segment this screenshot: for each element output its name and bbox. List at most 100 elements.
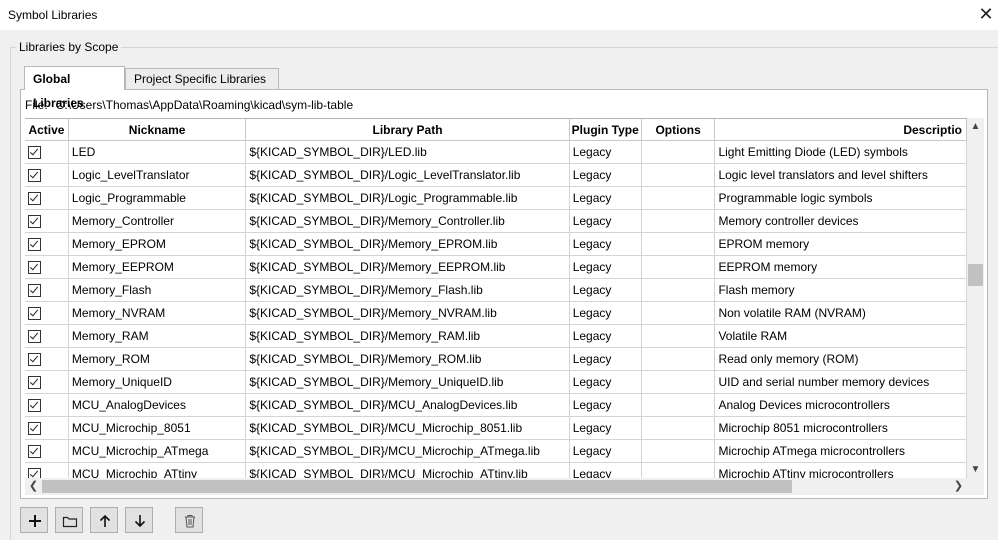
add-library-button[interactable] [20,507,48,533]
library-path-cell[interactable]: ${KICAD_SYMBOL_DIR}/Memory_ROM.lib [245,347,570,371]
table-row[interactable]: Logic_LevelTranslator ${KICAD_SYMBOL_DIR}… [25,163,967,187]
tab-project-specific-libraries[interactable]: Project Specific Libraries [125,68,279,89]
active-checkbox[interactable] [28,146,41,159]
options-cell[interactable] [641,255,716,279]
description-cell[interactable]: Microchip ATmega microcontrollers [714,439,967,463]
description-cell[interactable]: UID and serial number memory devices [714,370,967,394]
active-cell[interactable] [25,370,69,394]
description-cell[interactable]: Memory controller devices [714,209,967,233]
plugin-type-cell[interactable]: Legacy [569,393,642,417]
horizontal-scroll-thumb[interactable] [42,480,792,493]
active-cell[interactable] [25,462,69,479]
active-cell[interactable] [25,163,69,187]
plugin-type-cell[interactable]: Legacy [569,370,642,394]
description-cell[interactable]: EEPROM memory [714,255,967,279]
active-checkbox[interactable] [28,238,41,251]
plugin-type-cell[interactable]: Legacy [569,163,642,187]
library-path-cell[interactable]: ${KICAD_SYMBOL_DIR}/Memory_Flash.lib [245,278,570,302]
nickname-cell[interactable]: LED [68,140,247,164]
scroll-left-icon[interactable]: ❮ [25,478,42,495]
table-row[interactable]: Memory_RAM ${KICAD_SYMBOL_DIR}/Memory_RAM… [25,324,967,348]
active-cell[interactable] [25,393,69,417]
nickname-cell[interactable]: MCU_Microchip_ATtiny [68,462,247,479]
active-checkbox[interactable] [28,215,41,228]
library-path-cell[interactable]: ${KICAD_SYMBOL_DIR}/MCU_Microchip_ATtiny… [245,462,570,479]
plugin-type-cell[interactable]: Legacy [569,462,642,479]
scroll-down-icon[interactable]: ▼ [967,461,984,478]
description-cell[interactable]: Read only memory (ROM) [714,347,967,371]
library-path-cell[interactable]: ${KICAD_SYMBOL_DIR}/Logic_LevelTranslato… [245,163,570,187]
plugin-type-cell[interactable]: Legacy [569,255,642,279]
description-cell[interactable]: Flash memory [714,278,967,302]
nickname-cell[interactable]: MCU_Microchip_ATmega [68,439,247,463]
active-checkbox[interactable] [28,307,41,320]
table-row[interactable]: Memory_Controller ${KICAD_SYMBOL_DIR}/Mem… [25,209,967,233]
active-cell[interactable] [25,347,69,371]
move-up-button[interactable] [90,507,118,533]
description-cell[interactable]: Microchip ATtiny microcontrollers [714,462,967,479]
nickname-cell[interactable]: Memory_RAM [68,324,247,348]
active-checkbox[interactable] [28,445,41,458]
library-path-cell[interactable]: ${KICAD_SYMBOL_DIR}/LED.lib [245,140,570,164]
plugin-type-cell[interactable]: Legacy [569,209,642,233]
table-row[interactable]: MCU_Microchip_ATmega ${KICAD_SYMBOL_DIR}/… [25,439,967,463]
nickname-cell[interactable]: MCU_Microchip_8051 [68,416,247,440]
vertical-scrollbar[interactable]: ▲ ▼ [967,118,984,478]
library-path-cell[interactable]: ${KICAD_SYMBOL_DIR}/MCU_Microchip_ATmega… [245,439,570,463]
options-cell[interactable] [641,462,716,479]
active-cell[interactable] [25,186,69,210]
active-checkbox[interactable] [28,284,41,297]
library-path-cell[interactable]: ${KICAD_SYMBOL_DIR}/MCU_AnalogDevices.li… [245,393,570,417]
move-down-button[interactable] [125,507,153,533]
active-cell[interactable] [25,301,69,325]
library-path-cell[interactable]: ${KICAD_SYMBOL_DIR}/Memory_RAM.lib [245,324,570,348]
description-cell[interactable]: Volatile RAM [714,324,967,348]
library-path-cell[interactable]: ${KICAD_SYMBOL_DIR}/Memory_EPROM.lib [245,232,570,256]
options-cell[interactable] [641,439,716,463]
active-cell[interactable] [25,255,69,279]
description-cell[interactable]: Logic level translators and level shifte… [714,163,967,187]
plugin-type-cell[interactable]: Legacy [569,232,642,256]
options-cell[interactable] [641,232,716,256]
description-cell[interactable]: Programmable logic symbols [714,186,967,210]
vertical-scroll-thumb[interactable] [968,264,983,286]
options-cell[interactable] [641,278,716,302]
horizontal-scrollbar[interactable]: ❮ ❯ [25,478,967,495]
column-header-library-path[interactable]: Library Path [245,119,570,141]
nickname-cell[interactable]: Logic_Programmable [68,186,247,210]
table-row[interactable]: MCU_AnalogDevices ${KICAD_SYMBOL_DIR}/MCU… [25,393,967,417]
tab-global-libraries[interactable]: Global Libraries [24,66,125,110]
active-checkbox[interactable] [28,330,41,343]
table-row[interactable]: Logic_Programmable ${KICAD_SYMBOL_DIR}/Lo… [25,186,967,210]
nickname-cell[interactable]: MCU_AnalogDevices [68,393,247,417]
close-icon[interactable]: ✕ [974,3,998,27]
options-cell[interactable] [641,416,716,440]
column-header-active[interactable]: Active [25,119,69,141]
options-cell[interactable] [641,347,716,371]
table-row[interactable]: LED ${KICAD_SYMBOL_DIR}/LED.lib Legacy Ligh… [25,140,967,164]
nickname-cell[interactable]: Memory_Flash [68,278,247,302]
options-cell[interactable] [641,324,716,348]
options-cell[interactable] [641,163,716,187]
remove-library-button[interactable] [175,507,203,533]
scroll-right-icon[interactable]: ❯ [950,478,967,495]
nickname-cell[interactable]: Logic_LevelTranslator [68,163,247,187]
plugin-type-cell[interactable]: Legacy [569,278,642,302]
table-row[interactable]: Memory_ROM ${KICAD_SYMBOL_DIR}/Memory_ROM… [25,347,967,371]
description-cell[interactable]: Light Emitting Diode (LED) symbols [714,140,967,164]
nickname-cell[interactable]: Memory_EEPROM [68,255,247,279]
plugin-type-cell[interactable]: Legacy [569,439,642,463]
column-header-description[interactable]: Descriptio [714,119,967,141]
active-checkbox[interactable] [28,261,41,274]
table-row[interactable]: MCU_Microchip_8051 ${KICAD_SYMBOL_DIR}/MC… [25,416,967,440]
nickname-cell[interactable]: Memory_ROM [68,347,247,371]
library-path-cell[interactable]: ${KICAD_SYMBOL_DIR}/Logic_Programmable.l… [245,186,570,210]
active-checkbox[interactable] [28,399,41,412]
plugin-type-cell[interactable]: Legacy [569,347,642,371]
column-header-plugin-type[interactable]: Plugin Type [569,119,642,141]
table-row[interactable]: Memory_NVRAM ${KICAD_SYMBOL_DIR}/Memory_N… [25,301,967,325]
plugin-type-cell[interactable]: Legacy [569,186,642,210]
active-cell[interactable] [25,439,69,463]
column-header-options[interactable]: Options [641,119,716,141]
plugin-type-cell[interactable]: Legacy [569,140,642,164]
